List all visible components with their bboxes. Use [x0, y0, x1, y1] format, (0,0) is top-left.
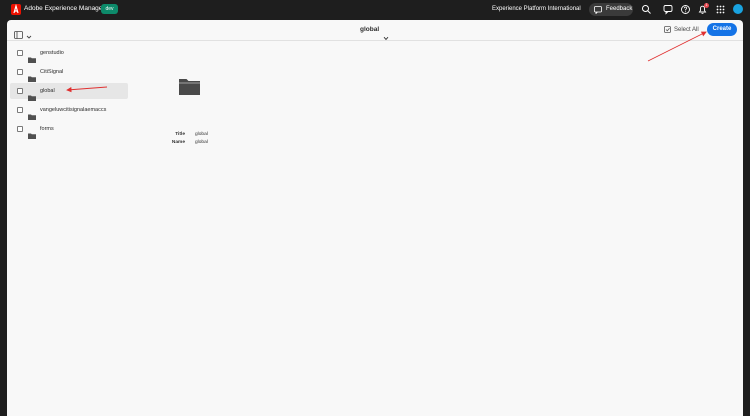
folder-item-forms[interactable]: forms [10, 121, 128, 139]
help-icon[interactable] [680, 4, 691, 15]
title-chevron-down-icon[interactable] [383, 28, 389, 46]
folder-item-citisignal[interactable]: CitiSignal [10, 64, 128, 82]
folder-label: genstudio [40, 50, 64, 56]
env-badge: dev [101, 4, 118, 14]
row-checkbox[interactable] [17, 88, 23, 94]
folder-item-global[interactable]: global [10, 83, 128, 101]
row-checkbox[interactable] [17, 50, 23, 56]
folder-item-vangeluwcitisignalaemaccs[interactable]: vangeluwcitisignalaemaccs [10, 102, 128, 120]
action-bar: global Select All Create [7, 20, 743, 41]
search-icon[interactable] [641, 4, 652, 15]
page-title[interactable]: global [360, 26, 379, 33]
select-all-button[interactable]: Select All [664, 26, 699, 33]
chevron-down-icon[interactable] [26, 27, 32, 39]
notification-badge: 1 [704, 3, 709, 8]
feedback-icon [594, 6, 602, 14]
chat-icon[interactable] [663, 4, 674, 15]
preview-title-value: global [195, 132, 208, 137]
apps-grid-icon[interactable] [715, 4, 726, 15]
folder-label: CitiSignal [40, 69, 64, 75]
feedback-button[interactable]: Feedback [589, 3, 633, 16]
adobe-logo-icon[interactable] [11, 4, 21, 15]
folder-item-genstudio[interactable]: genstudio [10, 45, 128, 63]
folder-label: forms [40, 126, 54, 132]
preview-name-label: Name [171, 140, 185, 145]
row-checkbox[interactable] [17, 69, 23, 75]
row-checkbox[interactable] [17, 107, 23, 113]
main-panel: global Select All Create genstudio CitiS… [7, 20, 743, 416]
preview-folder-icon [179, 78, 200, 100]
preview-name-value: global [195, 140, 208, 145]
top-bar: Adobe Experience Manager dev Experience … [0, 0, 750, 20]
create-button[interactable]: Create [707, 23, 737, 36]
select-all-label: Select All [674, 27, 699, 33]
app-title[interactable]: Adobe Experience Manager [24, 5, 105, 12]
folder-label: global [40, 88, 55, 94]
avatar[interactable] [733, 4, 743, 14]
folder-icon [28, 126, 36, 144]
row-checkbox[interactable] [17, 126, 23, 132]
rail-toggle-icon[interactable] [14, 26, 23, 39]
select-all-icon [664, 26, 671, 33]
org-switcher[interactable]: Experience Platform International [492, 6, 581, 12]
feedback-label: Feedback [606, 6, 633, 12]
folder-label: vangeluwcitisignalaemaccs [40, 107, 107, 113]
preview-title-label: Title [175, 132, 185, 137]
